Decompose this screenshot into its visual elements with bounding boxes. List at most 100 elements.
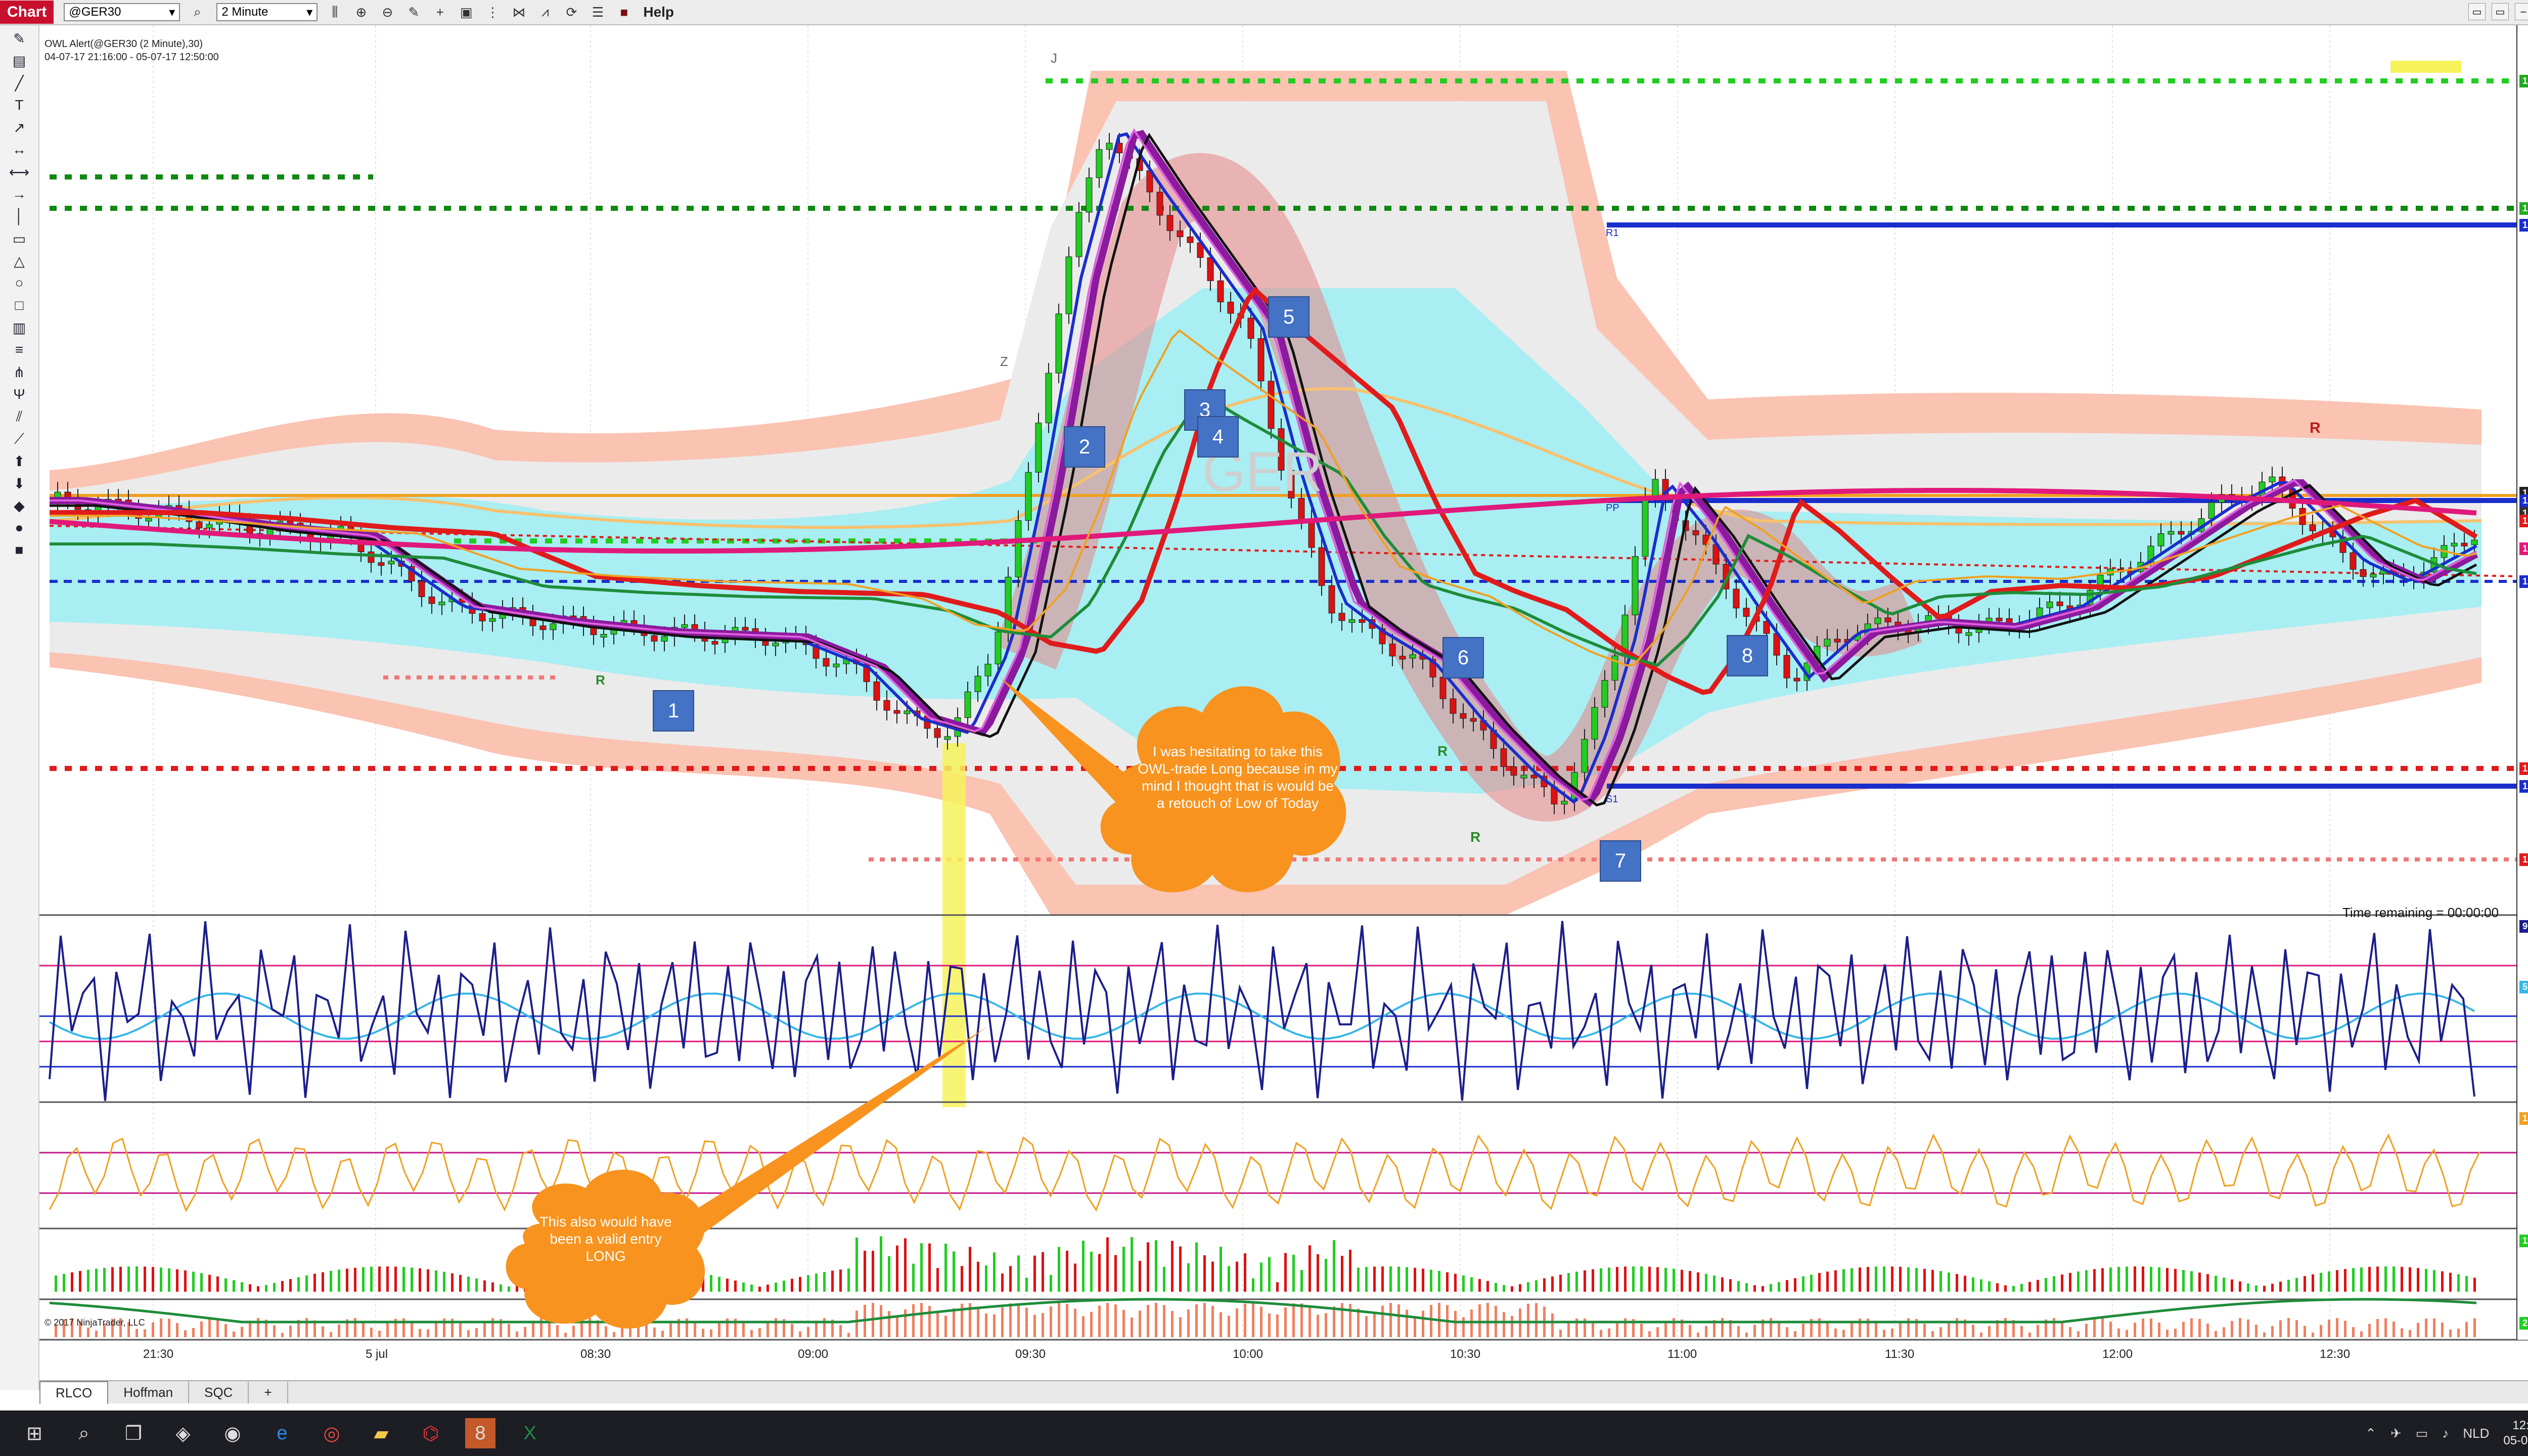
clock-time: 12:48	[2512, 1419, 2528, 1432]
chart-toolbar: Chart @GER30 ▾ ⌕ 2 Minute ▾ ⫼ ⊕ ⊖ ✎ + ▣ ⋮ …	[0, 0, 2528, 25]
x-tick-label: 12:30	[2320, 1347, 2351, 1361]
interval-value: 2 Minute	[221, 5, 268, 19]
chart-menu-button[interactable]: Chart	[0, 1, 54, 24]
square-icon[interactable]: ■	[6, 541, 32, 559]
price-tag: 12413,85	[2519, 762, 2528, 775]
chevron-down-icon: ▾	[306, 5, 313, 19]
pencil-icon[interactable]: ✎	[404, 3, 423, 21]
tab-hoffman[interactable]: Hoffman	[108, 1381, 190, 1403]
price-tag: 12411,85	[2519, 780, 2528, 793]
excel-icon[interactable]: X	[515, 1418, 545, 1448]
rectangle-icon[interactable]: ▭	[6, 230, 32, 248]
minimize-icon[interactable]: –	[2515, 3, 2528, 20]
price-tag: 12437,55	[2519, 575, 2528, 588]
triangle-icon[interactable]: △	[6, 252, 32, 270]
chrome-icon[interactable]: ◎	[317, 1418, 347, 1448]
volume-icon[interactable]: ♪	[2442, 1426, 2449, 1441]
price-tag: 12480,85	[2519, 219, 2528, 232]
andrews-icon[interactable]: ⋔	[6, 363, 32, 381]
panel-tag: 11	[2519, 1235, 2528, 1247]
ruler-icon[interactable]: ▤	[6, 52, 32, 70]
crosshair-icon[interactable]: +	[431, 3, 449, 21]
refresh-icon[interactable]: ⟳	[562, 3, 580, 21]
regression-icon[interactable]: ⟋	[6, 430, 32, 448]
x-tick-label: 10:30	[1450, 1347, 1481, 1361]
channel-icon[interactable]: ⫽	[6, 407, 32, 426]
properties-icon[interactable]: ▣	[457, 3, 475, 21]
chevron-down-icon: ▾	[169, 5, 175, 19]
search-icon[interactable]: ⌕	[69, 1418, 99, 1448]
drawing-toolbar: ✎ ▤ ╱ T ↗ ↔ ⟷ → │ ▭ △ ○ □ ▥ ≡ ⋔ Ψ ⫽ ⟋ ⬆ …	[0, 25, 39, 1390]
add-tab-button[interactable]: +	[249, 1381, 288, 1403]
help-menu[interactable]: Help	[643, 4, 674, 20]
ray-icon[interactable]: ↗	[6, 118, 32, 136]
x-tick-label: 09:30	[1015, 1347, 1046, 1361]
vertical-line-icon[interactable]: │	[6, 207, 32, 225]
list-icon[interactable]: ☰	[589, 3, 607, 21]
diamond-icon[interactable]: ◆	[6, 496, 32, 515]
chart-area[interactable]: OWL Alert(@GER30 (2 Minute),30) 04-07-17…	[39, 25, 2528, 1390]
app-icon[interactable]: ◉	[217, 1418, 248, 1448]
start-icon[interactable]: ⊞	[19, 1418, 50, 1448]
region-icon[interactable]: □	[6, 296, 32, 314]
price-tag: 12443,75	[2519, 515, 2528, 527]
price-tag: 12403,55	[2519, 853, 2528, 866]
callout-layer	[506, 677, 1346, 1329]
time-remaining-label: Time remaining = 00:00:00	[2342, 905, 2499, 920]
clock[interactable]: 12:48 05-07-17	[2503, 1418, 2528, 1448]
panel-tag: 2,5	[2519, 1317, 2528, 1330]
x-tick-label: 5 jul	[366, 1347, 388, 1361]
x-tick-label: 11:00	[1667, 1347, 1697, 1361]
copyright-label: © 2017 NinjaTrader, LLC	[44, 1317, 145, 1328]
fib-icon[interactable]: ▥	[6, 318, 32, 337]
arrow-up-icon[interactable]: ⬆	[6, 452, 32, 470]
arrow-line-icon[interactable]: ⟷	[6, 163, 32, 181]
ninjatrader-active-icon[interactable]: 8	[465, 1418, 495, 1448]
drawing-tools-icon[interactable]: ⩘	[536, 3, 554, 21]
clock-date: 05-07-17	[2503, 1434, 2528, 1447]
battery-icon[interactable]: ▭	[2416, 1426, 2428, 1441]
zoom-out-icon[interactable]: ⊖	[378, 3, 396, 21]
x-tick-label: 11:30	[1885, 1347, 1915, 1361]
text-icon[interactable]: T	[6, 96, 32, 114]
edge-icon[interactable]: e	[267, 1418, 297, 1448]
pitchfork-icon[interactable]: Ψ	[6, 385, 32, 403]
arrow-down-icon[interactable]: ⬇	[6, 474, 32, 492]
folder-icon[interactable]: ▰	[366, 1418, 396, 1448]
record-icon[interactable]: ■	[615, 3, 633, 21]
network-icon[interactable]: ✈	[2390, 1426, 2402, 1441]
dot-icon[interactable]: ●	[6, 519, 32, 537]
horizontal-line-icon[interactable]: →	[6, 185, 32, 203]
language-indicator[interactable]: NLD	[2463, 1426, 2489, 1441]
search-icon[interactable]: ⌕	[188, 3, 206, 21]
interval-selector[interactable]: 2 Minute ▾	[216, 3, 318, 21]
ninjatrader-icon[interactable]: ◈	[168, 1418, 198, 1448]
trading-app: Chart @GER30 ▾ ⌕ 2 Minute ▾ ⫼ ⊕ ⊖ ✎ + ▣ ⋮ …	[0, 0, 2528, 1456]
zoom-in-icon[interactable]: ⊕	[352, 3, 370, 21]
extended-line-icon[interactable]: ↔	[6, 141, 32, 159]
pin-icon[interactable]: ▭	[2492, 3, 2509, 20]
windows-taskbar: ⊞ ⌕ ❐ ◈ ◉ e ◎ ▰ ⌬ 8 X ⌃ ✈ ▭ ♪ NLD 12:48 0…	[0, 1410, 2528, 1456]
instrument-value: @GER30	[69, 5, 121, 19]
acrobat-icon[interactable]: ⌬	[416, 1418, 446, 1448]
tab-sqc[interactable]: SQC	[189, 1381, 249, 1403]
line-icon[interactable]: ╱	[6, 74, 32, 92]
price-tag: 12447,85	[2519, 494, 2528, 507]
price-tag: 12439,83	[2519, 542, 2528, 555]
tab-rlco[interactable]: RLCO	[39, 1381, 109, 1404]
x-tick-label: 12:00	[2102, 1347, 2133, 1361]
pen-icon[interactable]: ✎	[6, 29, 32, 48]
show-hidden-icon[interactable]: ⌃	[2365, 1426, 2376, 1441]
window-list-icon[interactable]: ▭	[2468, 3, 2486, 20]
price-tag: 12482,85	[2519, 202, 2528, 215]
x-tick-label: 08:30	[580, 1347, 611, 1361]
instrument-selector[interactable]: @GER30 ▾	[64, 3, 180, 21]
bar-type-icon[interactable]: ⫼	[326, 3, 344, 21]
strategies-icon[interactable]: ⋈	[510, 3, 528, 21]
task-view-icon[interactable]: ❐	[118, 1418, 149, 1448]
x-tick-label: 21:30	[143, 1347, 174, 1361]
gann-icon[interactable]: ≡	[6, 341, 32, 359]
indicators-icon[interactable]: ⋮	[483, 3, 502, 21]
ellipse-icon[interactable]: ○	[6, 274, 32, 292]
callout-top-text: I was hesitating to take this OWL-trade …	[1138, 744, 1338, 811]
